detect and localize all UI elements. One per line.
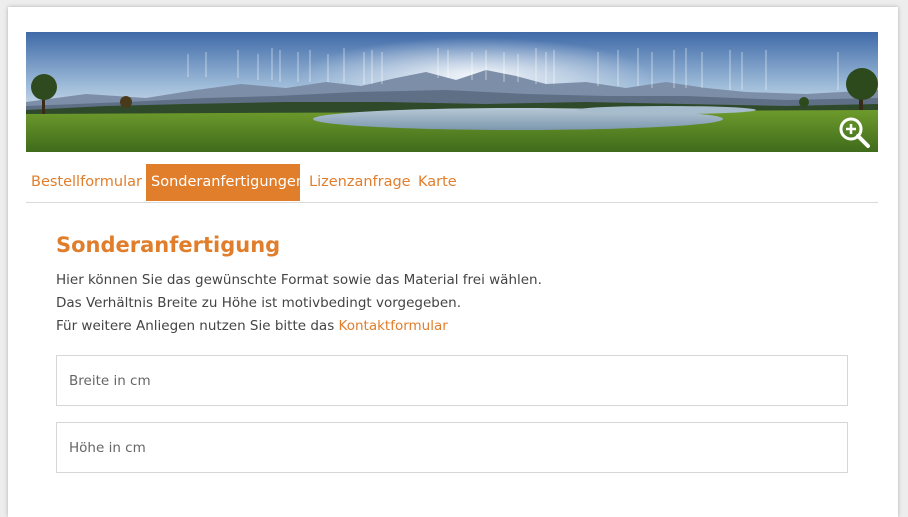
height-input[interactable] <box>56 422 848 473</box>
zoom-in-icon[interactable] <box>837 115 871 149</box>
tab-karte[interactable]: Karte <box>413 164 462 201</box>
panorama-image[interactable] <box>26 32 878 152</box>
description-line: Hier können Sie das gewünschte Format so… <box>56 272 542 288</box>
panorama-illustration <box>26 32 878 152</box>
contact-form-link[interactable]: Kontaktformular <box>339 318 448 334</box>
tab-bestellformular[interactable]: Bestellformular <box>26 164 147 201</box>
page-title: Sonderanfertigung <box>56 233 281 257</box>
tab-lizenzanfrage[interactable]: Lizenzanfrage <box>304 164 416 201</box>
description-line: Für weitere Anliegen nutzen Sie bitte da… <box>56 318 448 334</box>
content-card: Bestellformular Sonderanfertigungen Lize… <box>8 7 898 517</box>
tab-sonderanfertigungen[interactable]: Sonderanfertigungen <box>146 164 305 201</box>
width-input[interactable] <box>56 355 848 406</box>
tab-bar: Bestellformular Sonderanfertigungen Lize… <box>26 163 878 203</box>
description-text: Für weitere Anliegen nutzen Sie bitte da… <box>56 318 339 334</box>
description-line: Das Verhältnis Breite zu Höhe ist motivb… <box>56 295 462 311</box>
